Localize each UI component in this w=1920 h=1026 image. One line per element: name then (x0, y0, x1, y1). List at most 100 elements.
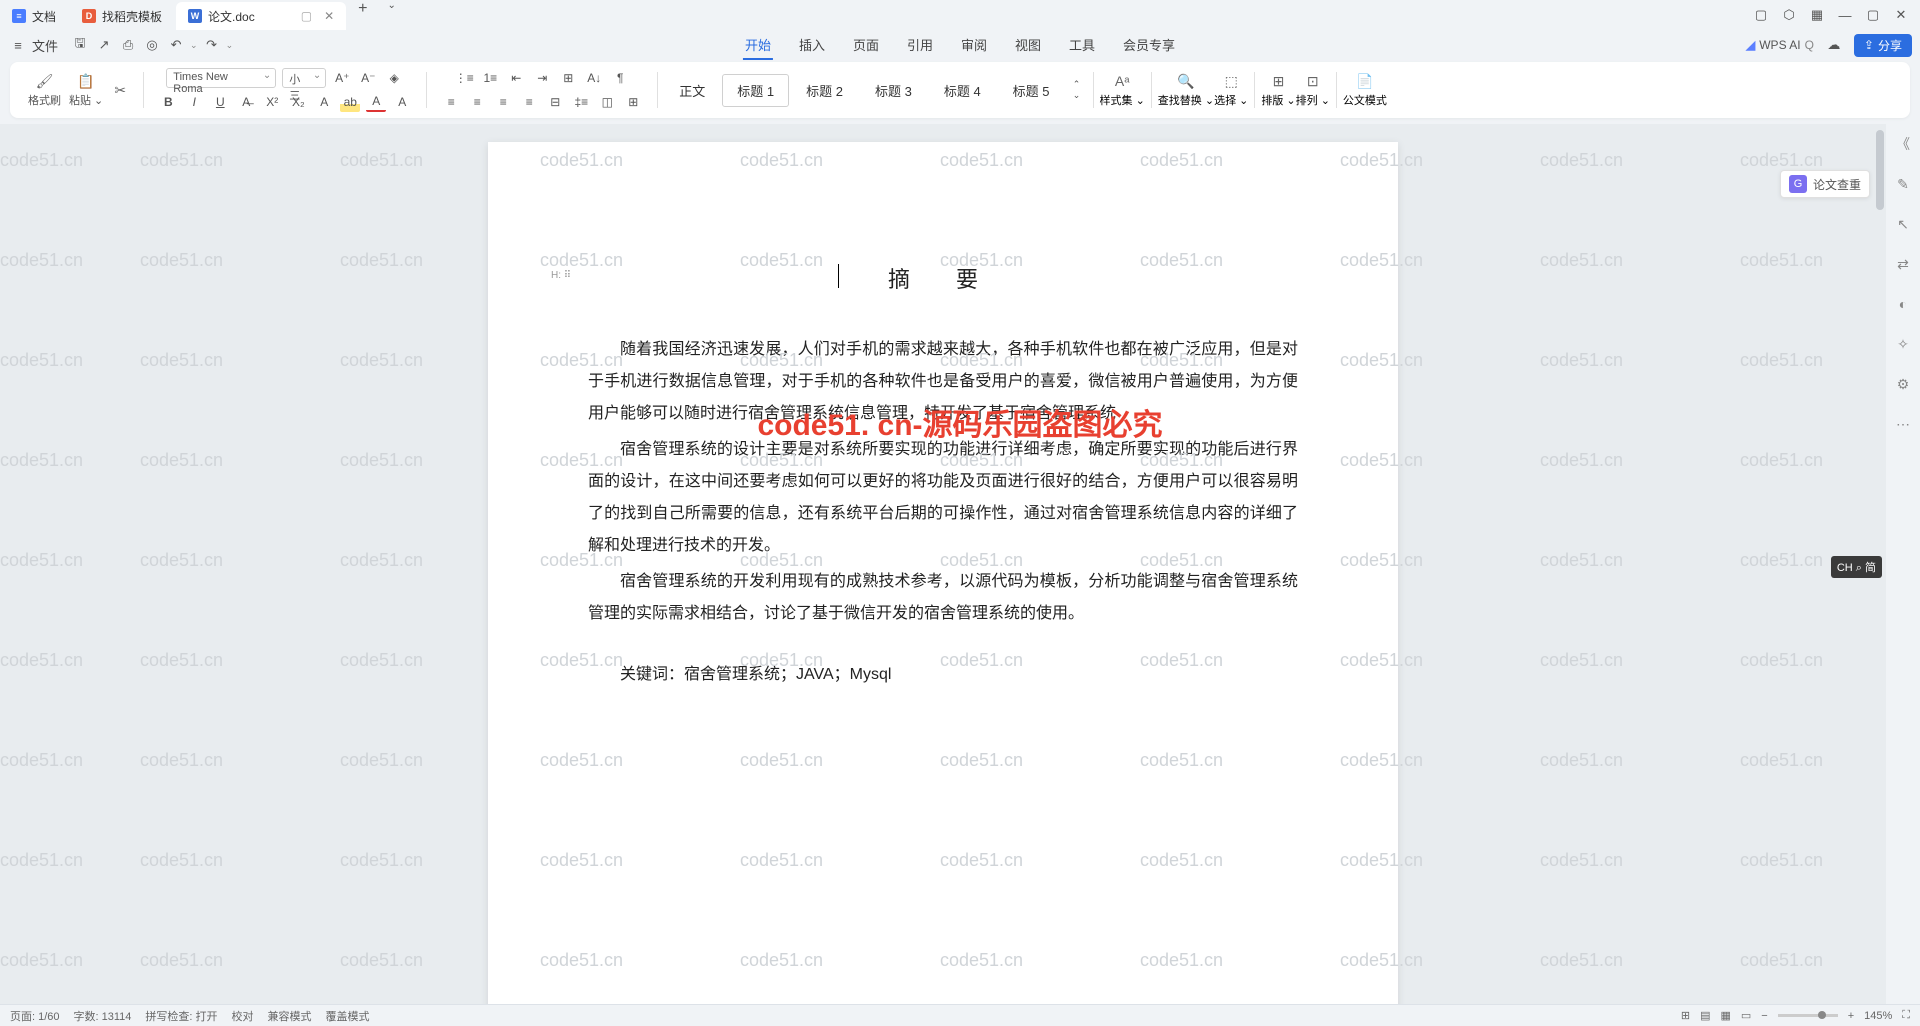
sort-button[interactable]: A↓ (584, 68, 604, 88)
app-icon-1[interactable]: ▢ (1754, 8, 1768, 22)
scrollbar-thumb[interactable] (1876, 130, 1884, 210)
strike-button[interactable]: A̶ (236, 92, 256, 112)
status-page[interactable]: 页面: 1/60 (10, 1008, 60, 1024)
view-mode-2-icon[interactable]: ▤ (1700, 1009, 1710, 1022)
rail-cursor-icon[interactable]: ↖ (1893, 214, 1913, 234)
cloud-icon[interactable]: ☁ (1824, 35, 1844, 55)
document-page[interactable]: H: ⠿ 摘 要 随着我国经济迅速发展，人们对手机的需求越来越大，各种手机软件也… (488, 142, 1398, 1004)
italic-button[interactable]: I (184, 92, 204, 112)
font-name-select[interactable]: Times New Roma (166, 68, 276, 88)
new-tab-button[interactable]: + (348, 0, 377, 30)
rail-pen-icon[interactable]: ✎ (1893, 174, 1913, 194)
clear-format-icon[interactable]: ◈ (384, 68, 404, 88)
tab-review[interactable]: 审阅 (959, 31, 989, 60)
view-mode-4-icon[interactable]: ▭ (1741, 1009, 1751, 1022)
font-effects-button[interactable]: A (314, 92, 334, 112)
font-color-button[interactable]: A (366, 92, 386, 112)
close-icon[interactable]: ✕ (324, 9, 334, 23)
rail-more-icon[interactable]: ⋯ (1893, 414, 1913, 434)
menu-toggle-icon[interactable]: ≡ (8, 35, 28, 55)
borders-button[interactable]: ⊞ (623, 92, 643, 112)
indent-inc-button[interactable]: ⇥ (532, 68, 552, 88)
tab-tools[interactable]: 工具 (1067, 31, 1097, 60)
status-spell[interactable]: 拼写检查: 打开 (145, 1008, 217, 1024)
fullscreen-icon[interactable]: ⛶ (1902, 1009, 1910, 1022)
view-mode-1-icon[interactable]: ⊞ (1681, 1009, 1690, 1022)
tab-page[interactable]: 页面 (851, 31, 881, 60)
rail-expand-icon[interactable]: 《 (1893, 134, 1913, 154)
style-h1[interactable]: 标题 1 (722, 74, 789, 107)
tab-document-active[interactable]: W 论文.doc ▢ ✕ (176, 2, 346, 30)
maximize-button[interactable]: ▢ (1866, 8, 1880, 22)
close-button[interactable]: ✕ (1894, 8, 1908, 22)
style-h4[interactable]: 标题 4 (929, 74, 996, 107)
tab-member[interactable]: 会员专享 (1121, 31, 1177, 60)
tab-view[interactable]: 视图 (1013, 31, 1043, 60)
increase-font-icon[interactable]: A⁺ (332, 68, 352, 88)
style-set-button[interactable]: Aᵃ 样式集 ⌄ (1100, 72, 1145, 108)
indent-dec-button[interactable]: ⇤ (506, 68, 526, 88)
status-overwrite[interactable]: 覆盖模式 (326, 1008, 370, 1024)
bullets-button[interactable]: ⋮≡ (454, 68, 474, 88)
tab-template[interactable]: D 找稻壳模板 (70, 2, 174, 30)
zoom-slider[interactable] (1778, 1014, 1838, 1017)
align-center-button[interactable]: ≡ (467, 92, 487, 112)
rail-shape-icon[interactable]: ◐ (1893, 294, 1913, 314)
zoom-level[interactable]: 145% (1864, 1010, 1892, 1022)
tab-menu-icon[interactable]: ▢ (301, 9, 312, 23)
cut-button[interactable]: ✂ (111, 81, 129, 99)
preview-icon[interactable]: ◎ (142, 35, 162, 55)
line-spacing-button[interactable]: ‡≡ (571, 92, 591, 112)
shading-button[interactable]: ◫ (597, 92, 617, 112)
rail-link-icon[interactable]: ⇄ (1893, 254, 1913, 274)
align-left-button[interactable]: ≡ (441, 92, 461, 112)
gov-mode-button[interactable]: 📄 公文模式 (1343, 72, 1387, 108)
format-painter-button[interactable]: 🖌 格式刷 (28, 72, 61, 108)
char-shading-button[interactable]: A (392, 92, 412, 112)
app-icon-2[interactable]: ⬡ (1782, 8, 1796, 22)
show-marks-button[interactable]: ¶ (610, 68, 630, 88)
zoom-in-icon[interactable]: + (1848, 1010, 1854, 1022)
print-icon[interactable]: ⎙ (118, 35, 138, 55)
status-compat[interactable]: 兼容模式 (268, 1008, 312, 1024)
file-menu[interactable]: 文件 (32, 36, 58, 55)
select-button[interactable]: ⬚ 选择 ⌄ (1214, 72, 1248, 108)
superscript-button[interactable]: X² (262, 92, 282, 112)
export-icon[interactable]: ↗ (94, 35, 114, 55)
style-h3[interactable]: 标题 3 (860, 74, 927, 107)
tab-start[interactable]: 开始 (743, 31, 773, 60)
style-h2[interactable]: 标题 2 (791, 74, 858, 107)
tab-reference[interactable]: 引用 (905, 31, 935, 60)
highlight-button[interactable]: ab (340, 92, 360, 112)
share-button[interactable]: ⇪ 分享 (1854, 34, 1912, 57)
paste-button[interactable]: 📋 粘贴 ⌄ (69, 72, 103, 108)
distribute-button[interactable]: ⊟ (545, 92, 565, 112)
tab-home[interactable]: ≡ 文档 (0, 2, 68, 30)
sort-layout-button[interactable]: ⊞ 排版 ⌄ (1261, 72, 1295, 108)
font-size-select[interactable]: 小三 (282, 68, 326, 88)
style-scroll-icon[interactable]: ⌃⌄ (1067, 80, 1087, 100)
bold-button[interactable]: B (158, 92, 178, 112)
save-icon[interactable]: 🖫 (70, 35, 90, 55)
status-proof[interactable]: 校对 (232, 1008, 254, 1024)
rail-settings-icon[interactable]: ⚙ (1893, 374, 1913, 394)
tab-insert[interactable]: 插入 (797, 31, 827, 60)
user-avatar[interactable]: ▦ (1810, 8, 1824, 22)
decrease-font-icon[interactable]: A⁻ (358, 68, 378, 88)
underline-button[interactable]: U (210, 92, 230, 112)
rail-tool-icon[interactable]: ✧ (1893, 334, 1913, 354)
tab-button[interactable]: ⊞ (558, 68, 578, 88)
wps-ai-button[interactable]: ◢ WPS AI Q (1746, 38, 1814, 52)
zoom-out-icon[interactable]: − (1761, 1010, 1767, 1022)
align-justify-button[interactable]: ≡ (519, 92, 539, 112)
tab-dropdown-icon[interactable]: ⌄ (377, 0, 405, 30)
plagiarism-check-button[interactable]: G 论文查重 (1780, 170, 1870, 198)
undo-icon[interactable]: ↶ (166, 35, 186, 55)
style-h5[interactable]: 标题 5 (998, 74, 1065, 107)
style-body[interactable]: 正文 (664, 74, 720, 107)
redo-icon[interactable]: ↷ (202, 35, 222, 55)
minimize-button[interactable]: — (1838, 8, 1852, 22)
find-replace-button[interactable]: 🔍 查找替换 ⌄ (1158, 72, 1214, 108)
status-words[interactable]: 字数: 13114 (74, 1008, 132, 1024)
view-mode-3-icon[interactable]: ▦ (1720, 1009, 1730, 1022)
